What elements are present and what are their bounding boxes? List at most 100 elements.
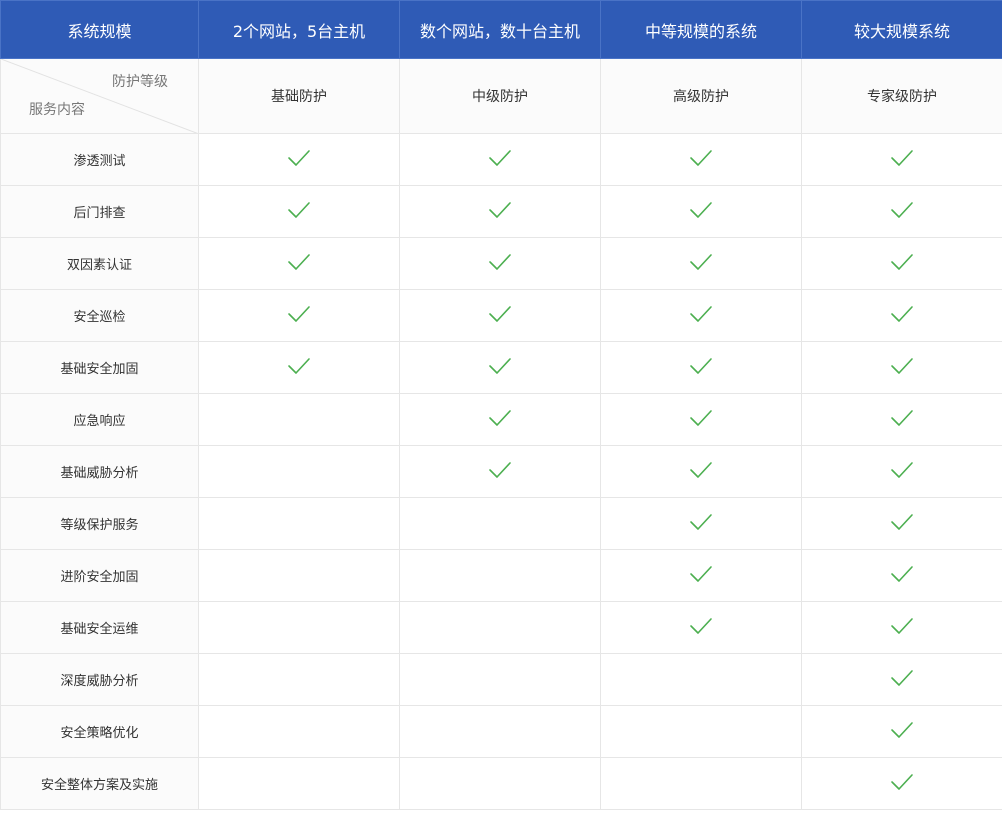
service-cell xyxy=(399,601,601,654)
table-row: 安全策略优化 xyxy=(0,705,1002,758)
table-row: 应急响应 xyxy=(0,393,1002,446)
service-cell xyxy=(198,341,400,394)
check-icon xyxy=(689,512,713,532)
check-icon xyxy=(689,200,713,220)
service-cell xyxy=(600,341,802,394)
service-cell xyxy=(198,549,400,602)
service-cell xyxy=(801,757,1002,810)
check-icon xyxy=(287,148,311,168)
check-icon xyxy=(689,616,713,636)
check-icon xyxy=(890,772,914,792)
service-name: 基础安全运维 xyxy=(0,601,199,654)
check-icon xyxy=(689,356,713,376)
service-name: 进阶安全加固 xyxy=(0,549,199,602)
check-icon xyxy=(890,200,914,220)
check-icon xyxy=(890,460,914,480)
service-cell xyxy=(600,393,802,446)
check-icon xyxy=(890,252,914,272)
service-cell xyxy=(600,601,802,654)
service-cell xyxy=(399,653,601,706)
service-cell xyxy=(399,445,601,498)
service-name: 后门排查 xyxy=(0,185,199,238)
check-icon xyxy=(890,720,914,740)
service-cell xyxy=(198,445,400,498)
level-basic: 基础防护 xyxy=(198,58,400,134)
table-row: 基础安全运维 xyxy=(0,601,1002,654)
table-row: 安全整体方案及实施 xyxy=(0,757,1002,810)
service-cell xyxy=(399,705,601,758)
check-icon xyxy=(689,252,713,272)
header-col-4: 较大规模系统 xyxy=(801,0,1002,59)
service-name: 安全整体方案及实施 xyxy=(0,757,199,810)
service-cell xyxy=(399,289,601,342)
service-cell xyxy=(600,705,802,758)
check-icon xyxy=(890,408,914,428)
level-expert: 专家级防护 xyxy=(801,58,1002,134)
service-name: 等级保护服务 xyxy=(0,497,199,550)
service-cell xyxy=(600,549,802,602)
service-cell xyxy=(399,497,601,550)
service-cell xyxy=(399,393,601,446)
table-row: 深度威胁分析 xyxy=(0,653,1002,706)
table-row: 渗透测试 xyxy=(0,133,1002,186)
service-name: 安全策略优化 xyxy=(0,705,199,758)
diagonal-divider xyxy=(1,59,197,133)
service-cell xyxy=(399,185,601,238)
service-name: 应急响应 xyxy=(0,393,199,446)
table-row: 等级保护服务 xyxy=(0,497,1002,550)
header-col-3: 中等规模的系统 xyxy=(600,0,802,59)
check-icon xyxy=(689,460,713,480)
header-col-1: 2个网站，5台主机 xyxy=(198,0,400,59)
service-comparison-table: 系统规模 2个网站，5台主机 数个网站，数十台主机 中等规模的系统 较大规模系统… xyxy=(0,0,1002,810)
table-row: 进阶安全加固 xyxy=(0,549,1002,602)
service-cell xyxy=(801,341,1002,394)
check-icon xyxy=(890,356,914,376)
check-icon xyxy=(890,148,914,168)
service-cell xyxy=(801,393,1002,446)
service-cell xyxy=(600,757,802,810)
check-icon xyxy=(488,304,512,324)
check-icon xyxy=(689,408,713,428)
service-cell xyxy=(600,653,802,706)
check-icon xyxy=(287,304,311,324)
service-cell xyxy=(198,705,400,758)
service-cell xyxy=(600,497,802,550)
check-icon xyxy=(890,304,914,324)
service-cell xyxy=(801,497,1002,550)
check-icon xyxy=(488,460,512,480)
service-name: 基础安全加固 xyxy=(0,341,199,394)
check-icon xyxy=(890,616,914,636)
service-name: 安全巡检 xyxy=(0,289,199,342)
header-row: 系统规模 2个网站，5台主机 数个网站，数十台主机 中等规模的系统 较大规模系统 xyxy=(0,0,1002,59)
service-cell xyxy=(600,445,802,498)
service-cell xyxy=(198,497,400,550)
check-icon xyxy=(287,200,311,220)
check-icon xyxy=(890,668,914,688)
service-cell xyxy=(198,289,400,342)
service-cell xyxy=(600,185,802,238)
service-cell xyxy=(801,549,1002,602)
check-icon xyxy=(287,356,311,376)
service-cell xyxy=(198,185,400,238)
table-row: 安全巡检 xyxy=(0,289,1002,342)
protection-level-label: 防护等级 xyxy=(112,74,168,90)
service-cell xyxy=(198,757,400,810)
service-cell xyxy=(801,133,1002,186)
service-cell xyxy=(801,705,1002,758)
table-row: 基础安全加固 xyxy=(0,341,1002,394)
service-cell xyxy=(801,601,1002,654)
service-name: 基础威胁分析 xyxy=(0,445,199,498)
service-name: 深度威胁分析 xyxy=(0,653,199,706)
service-cell xyxy=(399,549,601,602)
check-icon xyxy=(488,148,512,168)
service-cell xyxy=(399,757,601,810)
service-name: 渗透测试 xyxy=(0,133,199,186)
service-cell xyxy=(399,237,601,290)
check-icon xyxy=(287,252,311,272)
service-cell xyxy=(801,185,1002,238)
service-cell xyxy=(801,289,1002,342)
table-row: 基础威胁分析 xyxy=(0,445,1002,498)
service-rows: 渗透测试 后门排查 双因素认证 安全巡检 基础安全加固 应急响应 基础威胁分析 等级保护服务进… xyxy=(0,133,1002,810)
table-row: 后门排查 xyxy=(0,185,1002,238)
check-icon xyxy=(488,408,512,428)
